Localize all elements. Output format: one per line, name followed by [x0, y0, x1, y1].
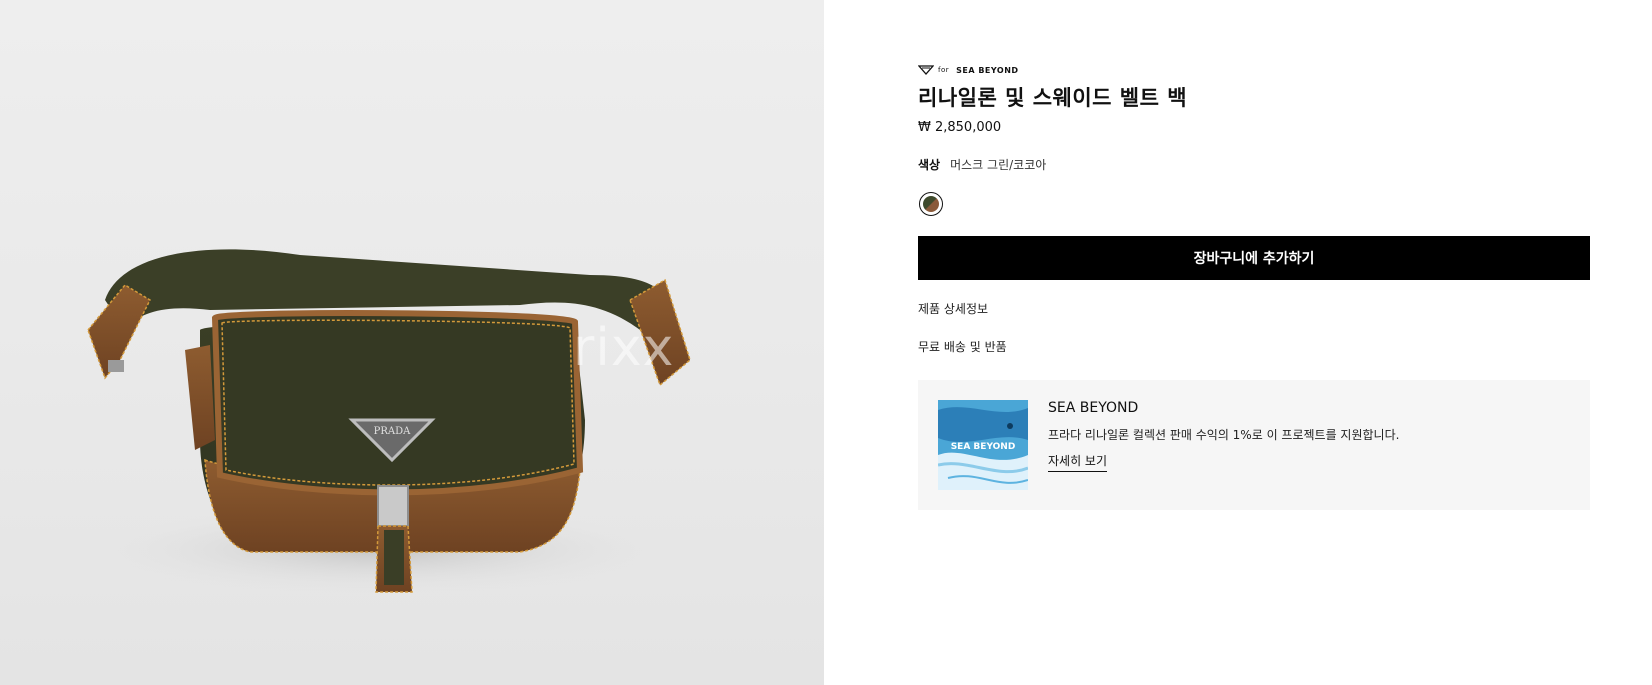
product-image[interactable]: PRADA rixx — [0, 0, 824, 685]
logo-text: PRADA — [374, 426, 411, 437]
brand-line: for SEA BEYOND — [918, 64, 1590, 76]
color-row: 색상 머스크 그린/코코아 — [918, 156, 1590, 174]
product-title: 리나일론 및 스웨이드 벨트 백 — [918, 86, 1188, 110]
color-label: 색상 — [918, 158, 941, 172]
belt-bag-illustration: PRADA — [80, 249, 691, 595]
product-info: for SEA BEYOND 리나일론 및 스웨이드 벨트 백 ₩ 2,850,… — [918, 64, 1590, 510]
learn-more-link[interactable]: 자세히 보기 — [1048, 452, 1108, 472]
promo-title: SEA BEYOND — [1048, 400, 1139, 416]
color-value: 머스크 그린/코코아 — [950, 158, 1047, 172]
watermark-text: rixx — [573, 318, 675, 378]
shipping-returns-link[interactable]: 무료 배송 및 반품 — [918, 338, 1590, 356]
product-details-link[interactable]: 제품 상세정보 — [918, 300, 1590, 318]
brand-prefix: for — [938, 66, 950, 74]
promo-image-text: SEA BEYOND — [951, 442, 1016, 452]
color-swatch-fill — [923, 196, 939, 212]
color-swatch[interactable] — [919, 192, 943, 216]
sea-beyond-promo: SEA BEYOND SEA BEYOND 프라다 리나일론 컬렉션 판매 수익… — [918, 380, 1590, 510]
promo-description: 프라다 리나일론 컬렉션 판매 수익의 1%로 이 프로젝트를 지원합니다. — [1048, 428, 1400, 442]
prada-triangle-icon — [918, 65, 934, 75]
sea-beyond-image: SEA BEYOND — [938, 400, 1028, 490]
product-price: ₩ 2,850,000 — [918, 120, 1002, 135]
campaign-name: SEA BEYOND — [956, 65, 1019, 75]
add-to-cart-button[interactable]: 장바구니에 추가하기 — [918, 236, 1590, 280]
